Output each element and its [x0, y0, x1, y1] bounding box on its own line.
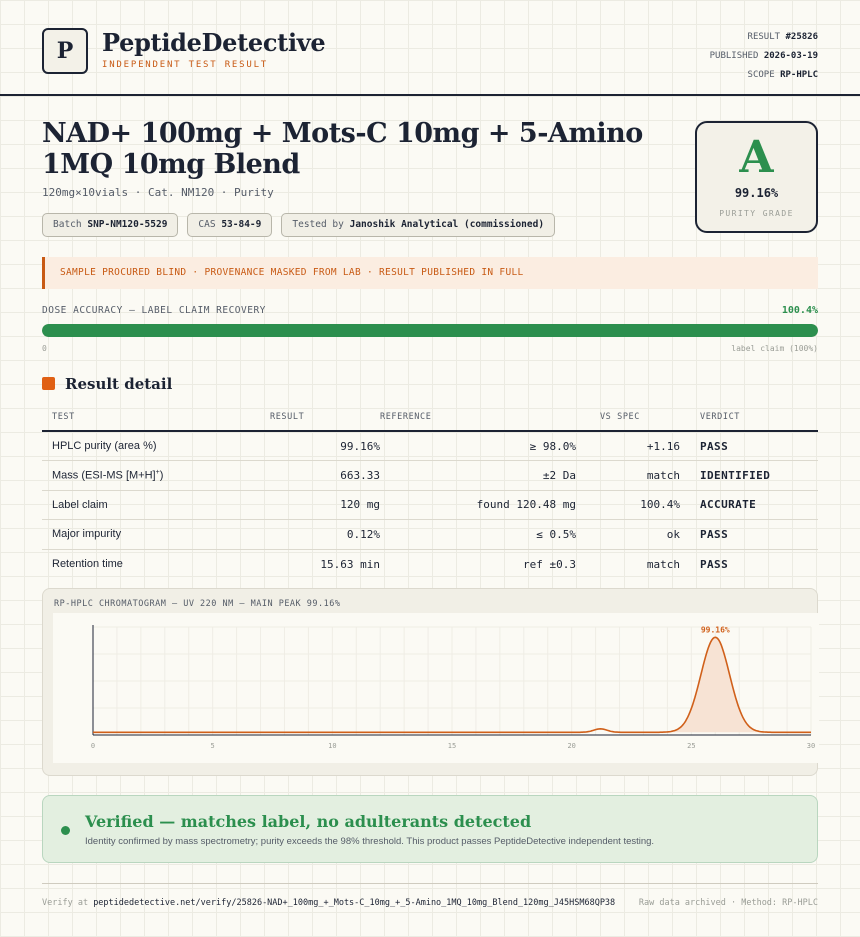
test-name: HPLC purity (area %): [42, 431, 270, 461]
test-vs-spec: ok: [576, 519, 680, 550]
header-test: TEST: [42, 404, 270, 432]
dose-accuracy-fill: [42, 324, 818, 337]
header-result: RESULT: [270, 404, 380, 432]
test-vs-spec: match: [646, 557, 680, 571]
grade-value: 99.16%: [734, 186, 779, 200]
product-title: NAD+ 100mg + Mots-C 10mg + 5-Amino 1MQ 1…: [42, 118, 643, 180]
test-name: Retention time: [52, 558, 123, 570]
table-row: Major impurity 0.12% ≤ 0.5% ok PASS: [42, 519, 818, 550]
test-result: 0.12%: [270, 519, 380, 550]
test-reference: found 120.48 mg: [380, 490, 576, 520]
meta-result: RESULT #25826: [747, 32, 818, 42]
grade-label: PURITY GRADE: [719, 209, 794, 218]
main-peak-area: [665, 637, 766, 733]
test-result: 99.16%: [270, 431, 380, 461]
product-subline: 120mg×10vials · Cat. NM120 · Purity: [42, 186, 274, 199]
peak-label: 99.16%: [701, 625, 730, 634]
test-verdict: PASS: [680, 519, 818, 550]
test-verdict: PASS: [680, 431, 818, 461]
x-tick-label: 25: [687, 742, 695, 750]
dose-accuracy-label: DOSE ACCURACY — LABEL CLAIM RECOVERY: [42, 305, 266, 316]
test-name: Mass (ESI-MS [M+H]+): [42, 460, 270, 491]
dose-max-label: label claim (100%): [731, 344, 818, 353]
brand-subtitle: INDEPENDENT TEST RESULT: [102, 60, 269, 70]
test-reference: ≤ 0.5%: [380, 519, 576, 550]
x-tick-label: 5: [211, 742, 215, 750]
chromatogram-panel: RP-HPLC CHROMATOGRAM — UV 220 NM — MAIN …: [42, 588, 819, 776]
test-result: 15.63 min: [320, 557, 380, 571]
purity-grade-card: A 99.16% PURITY GRADE: [695, 121, 818, 233]
table-row: Mass (ESI-MS [M+H]+) 663.33 ±2 Da match …: [42, 460, 818, 491]
test-reference: ≥ 98.0%: [380, 431, 576, 461]
product-chips: Batch SNP-NM120-5529 CAS 53-84-9 Tested …: [42, 213, 556, 237]
header-vs-spec: VS SPEC: [576, 404, 680, 432]
footer-verify: Verify at peptidedetective.net/verify/25…: [42, 898, 616, 908]
meta-published: PUBLISHED 2026-03-19: [709, 51, 818, 61]
test-vs-spec: 100.4%: [576, 490, 680, 520]
tested-by-chip: Tested by Janoshik Analytical (commissio…: [281, 213, 556, 237]
footer-method: Raw data archived · Method: RP-HPLC: [638, 898, 818, 908]
brand-name: PeptideDetective: [102, 28, 326, 57]
verified-title: Verified — matches label, no adulterants…: [85, 812, 532, 831]
test-name: Label claim: [42, 490, 270, 520]
test-result: 120 mg: [270, 490, 380, 520]
chromatogram-title: RP-HPLC CHROMATOGRAM — UV 220 NM — MAIN …: [54, 599, 341, 609]
header-reference: REFERENCE: [380, 404, 576, 432]
report-header: P PeptideDetective INDEPENDENT TEST RESU…: [0, 0, 860, 96]
chromatogram-plot: 0 5 10 15 20 25 30 99.16%: [53, 613, 819, 763]
test-vs-spec: match: [576, 460, 680, 491]
brand-logo: P: [42, 28, 88, 74]
batch-chip: Batch SNP-NM120-5529: [42, 213, 179, 237]
table-row: Retention time 15.63 min ref ±0.3 match …: [42, 549, 818, 579]
x-tick-label: 15: [448, 742, 456, 750]
test-name: Major impurity: [42, 519, 270, 550]
chromatogram-svg: 0 5 10 15 20 25 30 99.16%: [91, 625, 815, 750]
table-header-row: TEST RESULT REFERENCE VS SPEC VERDICT: [42, 404, 818, 432]
grade-letter: A: [739, 132, 774, 183]
x-tick-label: 10: [328, 742, 336, 750]
meta-scope: SCOPE RP-HPLC: [747, 70, 818, 80]
verified-description: Identity confirmed by mass spectrometry;…: [85, 836, 655, 847]
test-verdict: ACCURATE: [680, 490, 818, 520]
test-reference: ±2 Da: [380, 460, 576, 491]
footer-divider: [42, 883, 818, 884]
section-marker: [42, 377, 55, 390]
section-title: Result detail: [65, 375, 173, 393]
procurement-banner: SAMPLE PROCURED BLIND · PROVENANCE MASKE…: [42, 257, 818, 289]
result-meta: RESULT #25826 PUBLISHED 2026-03-19 SCOPE…: [710, 28, 818, 85]
table-row: Label claim 120 mg found 120.48 mg 100.4…: [42, 490, 818, 520]
test-verdict: PASS: [700, 557, 729, 571]
test-reference: ref ±0.3: [523, 557, 576, 571]
dose-accuracy-bar: [42, 324, 818, 337]
verified-callout: Verified — matches label, no adulterants…: [42, 795, 818, 863]
table-row: HPLC purity (area %) 99.16% ≥ 98.0% +1.1…: [42, 431, 818, 461]
x-tick-label: 30: [807, 742, 815, 750]
test-verdict: IDENTIFIED: [680, 460, 818, 491]
results-table: TEST RESULT REFERENCE VS SPEC VERDICT HP…: [42, 404, 818, 579]
cas-chip: CAS 53-84-9: [187, 213, 273, 237]
verified-dot-icon: [61, 826, 70, 835]
test-result: 663.33: [270, 460, 380, 491]
verify-link[interactable]: peptidedetective.net/verify/25826-NAD+_1…: [93, 898, 615, 908]
dose-min-label: 0: [42, 344, 47, 353]
x-tick-label: 0: [91, 742, 95, 750]
test-vs-spec: +1.16: [576, 431, 680, 461]
header-verdict: VERDICT: [680, 404, 818, 432]
x-tick-label: 20: [567, 742, 575, 750]
dose-accuracy-value: 100.4%: [781, 305, 818, 316]
